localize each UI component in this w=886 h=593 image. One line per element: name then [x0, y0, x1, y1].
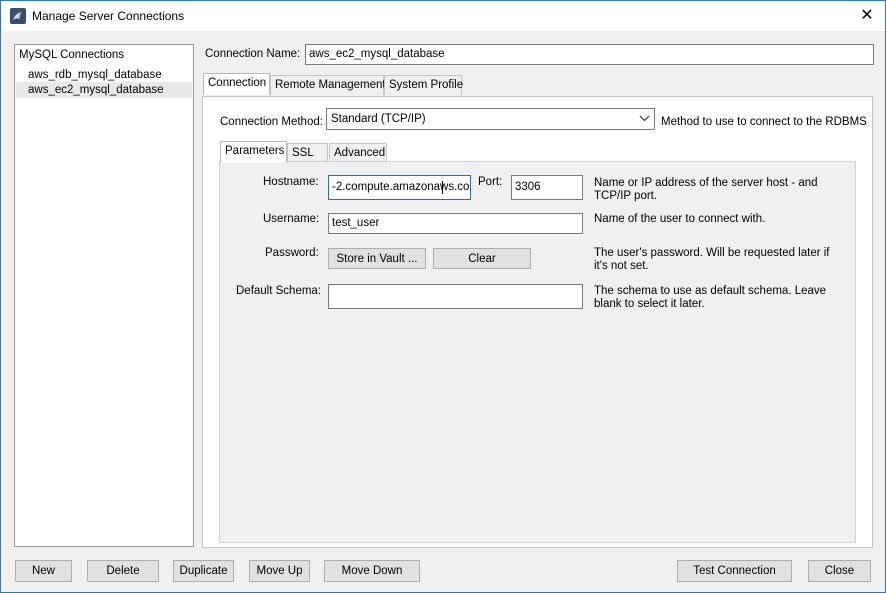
hostname-help: Name or IP address of the server host - …	[594, 177, 818, 202]
delete-button[interactable]: Delete	[87, 560, 159, 582]
clear-password-button[interactable]: Clear	[433, 248, 531, 269]
username-label: Username:	[263, 213, 320, 225]
store-in-vault-button[interactable]: Store in Vault ...	[328, 248, 426, 269]
close-button[interactable]: Close	[808, 560, 871, 582]
hostname-input[interactable]: -2.compute.amazonaws.com	[328, 175, 471, 200]
move-up-button[interactable]: Move Up	[249, 560, 310, 582]
port-input[interactable]: 3306	[511, 175, 583, 200]
password-label: Password:	[265, 247, 319, 259]
window-title: Manage Server Connections	[32, 9, 185, 23]
new-button[interactable]: New	[15, 560, 72, 582]
connection-method-select[interactable]: Standard (TCP/IP)	[326, 108, 655, 130]
hostname-value: -2.compute.amazonaws.com	[332, 181, 471, 193]
test-connection-button[interactable]: Test Connection	[677, 560, 792, 582]
default-schema-input[interactable]	[328, 284, 583, 309]
username-input[interactable]: test_user	[328, 213, 583, 234]
default-schema-label: Default Schema:	[236, 285, 322, 297]
title-bar: Manage Server Connections ✕	[1, 1, 885, 31]
workbench-dolphin-icon	[10, 8, 26, 24]
list-item[interactable]: aws_rdb_mysql_database	[16, 67, 192, 83]
list-header: MySQL Connections	[19, 49, 125, 61]
tab-ssl[interactable]: SSL	[287, 143, 328, 163]
duplicate-button[interactable]: Duplicate	[173, 560, 234, 582]
manage-server-connections-window: Manage Server Connections ✕ MySQL Connec…	[0, 0, 886, 593]
connection-name-label: Connection Name:	[205, 48, 301, 60]
default-schema-help: The schema to use as default schema. Lea…	[594, 285, 827, 310]
tab-connection[interactable]: Connection	[203, 73, 270, 95]
port-label: Port:	[478, 176, 503, 188]
chevron-down-icon	[639, 109, 650, 136]
connection-method-label: Connection Method:	[220, 116, 323, 128]
tab-parameters[interactable]: Parameters	[220, 141, 287, 163]
connection-name-input[interactable]: aws_ec2_mysql_database	[305, 44, 874, 65]
tab-system-profile[interactable]: System Profile	[384, 75, 463, 95]
connection-method-value: Standard (TCP/IP)	[331, 113, 426, 125]
connections-list[interactable]: MySQL Connections aws_rdb_mysql_database…	[14, 44, 194, 547]
list-item-selected[interactable]: aws_ec2_mysql_database	[16, 82, 192, 98]
tab-remote-management[interactable]: Remote Management	[270, 75, 386, 95]
move-down-button[interactable]: Move Down	[324, 560, 420, 582]
password-help: The user's password. Will be requested l…	[594, 247, 830, 272]
hostname-label: Hostname:	[263, 176, 319, 188]
username-help: Name of the user to connect with.	[594, 213, 766, 225]
dialog-body: MySQL Connections aws_rdb_mysql_database…	[1, 31, 885, 592]
connection-method-help: Method to use to connect to the RDBMS	[661, 116, 867, 128]
text-caret	[442, 181, 443, 194]
tab-advanced[interactable]: Advanced	[329, 143, 387, 163]
close-icon[interactable]: ✕	[857, 6, 877, 26]
